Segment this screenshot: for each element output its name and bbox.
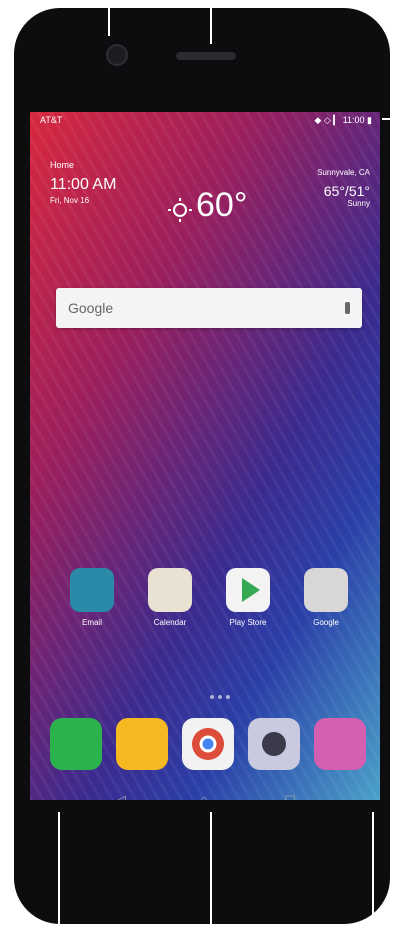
carrier-label: AT&T: [40, 115, 63, 125]
home-button[interactable]: ○: [200, 792, 208, 800]
clock-date: Fri, Nov 16: [50, 196, 90, 205]
weather-location: Sunnyvale, CA: [317, 168, 370, 177]
camera-icon[interactable]: [248, 718, 300, 770]
sun-icon: [168, 198, 192, 222]
page-indicator: [208, 686, 232, 704]
status-icons: ◆ ◇ ▎ 11:00 ▮: [314, 115, 372, 125]
callout-line: [210, 812, 212, 930]
front-camera: [106, 44, 128, 66]
callout-line: [108, 0, 110, 36]
app-label: Play Store: [229, 618, 267, 627]
back-button[interactable]: ◁: [116, 792, 126, 800]
play-store-icon: [226, 568, 270, 612]
google-search-bar[interactable]: Google: [56, 288, 362, 328]
google-logo: Google: [68, 300, 114, 316]
app-calendar[interactable]: Calendar: [138, 568, 202, 627]
earpiece-speaker: [176, 52, 236, 60]
weather-condition: Sunny: [347, 199, 370, 208]
weather-temperature[interactable]: 60°: [196, 186, 247, 225]
app-label: Calendar: [153, 618, 187, 627]
weather-hi-lo: 65°/51°: [323, 183, 370, 199]
app-label: Email: [81, 618, 102, 627]
callout-line: [372, 812, 374, 930]
google-folder-icon: [304, 568, 348, 612]
clock-location: Home: [50, 160, 75, 170]
navigation-bar: ◁ ○ ▢: [30, 788, 380, 800]
gallery-icon[interactable]: [314, 718, 366, 770]
calendar-icon: [148, 568, 192, 612]
clock-time: 11:00 AM: [50, 176, 117, 193]
app-play-store[interactable]: Play Store: [216, 568, 280, 627]
home-screen: AT&T ◆ ◇ ▎ 11:00 ▮ Home 11:00 AM Fri, No…: [30, 112, 380, 800]
recents-button[interactable]: ▢: [284, 792, 296, 800]
status-bar: AT&T ◆ ◇ ▎ 11:00 ▮: [30, 112, 380, 128]
weather-details[interactable]: Sunnyvale, CA 65°/51° Sunny: [317, 168, 370, 208]
microphone-icon[interactable]: [345, 302, 350, 314]
chrome-icon[interactable]: [182, 718, 234, 770]
messaging-icon[interactable]: [116, 718, 168, 770]
callout-line: [210, 0, 212, 44]
callout-line: [382, 118, 404, 120]
callout-line: [58, 812, 60, 930]
phone-icon[interactable]: [50, 718, 102, 770]
app-label: Google: [313, 618, 339, 627]
app-google-folder[interactable]: Google: [294, 568, 358, 627]
clock-widget[interactable]: Home 11:00 AM Fri, Nov 16: [50, 160, 116, 205]
app-email[interactable]: Email: [60, 568, 124, 627]
email-icon: [70, 568, 114, 612]
